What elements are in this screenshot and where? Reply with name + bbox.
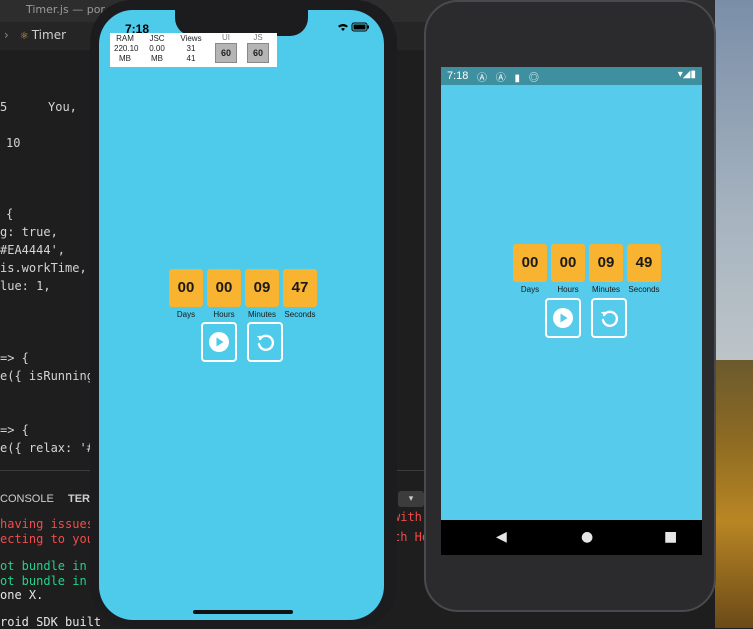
code-line: lue: 1, [0,279,51,293]
perf-jsc-label: JSC [149,34,165,43]
seconds-tile: 47 [283,269,317,307]
terminal-line: ot bundle in [0,559,87,573]
wifi-battery-icon [336,22,370,35]
seconds-label: Seconds [284,310,316,319]
minutes-label: Minutes [591,285,620,294]
android-status-bar: 7:18 Ⓐ Ⓐ ▮ ◎ ▾◢▮ [441,67,702,85]
code-line: You, [48,100,77,114]
desktop-wallpaper [715,0,753,628]
code-line: 10 [6,136,21,150]
hours-tile: 00 [551,244,585,282]
minutes-tile: 09 [589,244,623,282]
reset-icon [600,310,619,327]
perf-ui-fps: 60 [215,43,237,63]
perf-views-label: Views [180,34,202,43]
code-line: e({ relax: '# [0,441,94,455]
minutes-label: Minutes [247,310,276,319]
hours-label: Hours [557,285,579,294]
play-icon [209,332,229,352]
seconds-tile: 49 [627,244,661,282]
reset-button[interactable] [247,322,283,362]
react-js-icon: ⚛ [20,28,28,42]
code-line: g: true, [0,225,58,239]
android-screen: 7:18 Ⓐ Ⓐ ▮ ◎ ▾◢▮ 00 00 09 49 Days Hours … [441,67,702,555]
hours-tile: 00 [207,269,241,307]
wifi-signal-battery-icon: ▾◢▮ [677,69,696,80]
perf-jsc-value: 0.00 [149,44,165,53]
perf-ram-unit: MB [119,54,131,63]
home-icon[interactable]: ● [581,529,593,545]
days-label: Days [520,285,540,294]
tab-console[interactable]: CONSOLE [0,493,54,505]
code-line: is.workTime, [0,261,87,275]
code-line: e({ isRunning [0,369,94,383]
play-button[interactable] [545,298,581,338]
code-line: #EA4444', [0,243,66,257]
editor-tab-label: Timer [31,28,67,42]
terminal-line: one X. [0,588,44,602]
days-tile: 00 [513,244,547,282]
android-nav-bar: ◀ ● ■ [441,520,702,555]
terminal-line: roid SDK built [0,615,102,629]
editor-tab-timer[interactable]: › ⚛ Timer [0,22,66,50]
terminal-line: ot bundle in [0,574,87,588]
seconds-label: Seconds [628,285,660,294]
chevron-right-icon: › [4,28,9,42]
terminal-line: ecting to you [0,532,94,546]
notification-icons: Ⓐ Ⓐ ▮ ◎ [477,73,542,84]
terminal-select-dropdown[interactable]: ▾ [398,491,424,507]
perf-js-fps: 60 [247,43,269,63]
perf-jsc-unit: MB [151,54,163,63]
perf-ui-label: UI [222,33,230,42]
play-button[interactable] [201,322,237,362]
terminal-line: with [393,510,422,524]
hours-label: Hours [213,310,235,319]
reset-icon [256,334,275,351]
perf-js-label: JS [253,33,263,42]
android-emulator: 7:18 Ⓐ Ⓐ ▮ ◎ ▾◢▮ 00 00 09 49 Days Hours … [424,0,716,612]
terminal-line: having issues [0,517,94,531]
perf-views-b: 41 [186,54,196,63]
perf-monitor[interactable]: RAM 220.10 MB JSC 0.00 MB Views 31 41 UI… [110,33,277,67]
window-title: Timer.js — por [26,3,105,16]
recents-icon[interactable]: ■ [664,529,677,545]
days-label: Days [176,310,196,319]
perf-ram-label: RAM [116,34,134,43]
ios-screen: 7:18 RAM 220.10 MB JSC 0.00 MB Views 31 … [99,10,384,620]
code-line: => { [0,423,29,437]
tab-terminal[interactable]: TER [68,493,90,505]
android-status-time: 7:18 [447,70,469,82]
ios-simulator: 7:18 RAM 220.10 MB JSC 0.00 MB Views 31 … [90,0,397,628]
code-line: => { [0,351,29,365]
back-icon[interactable]: ◀ [496,529,507,545]
reset-button[interactable] [591,298,627,338]
play-icon [553,308,573,328]
home-indicator[interactable] [193,610,293,614]
code-line: 5 [0,100,8,114]
code-line: { [6,207,14,221]
perf-views-a: 31 [186,44,196,53]
days-tile: 00 [169,269,203,307]
minutes-tile: 09 [245,269,279,307]
perf-ram-value: 220.10 [114,44,139,53]
